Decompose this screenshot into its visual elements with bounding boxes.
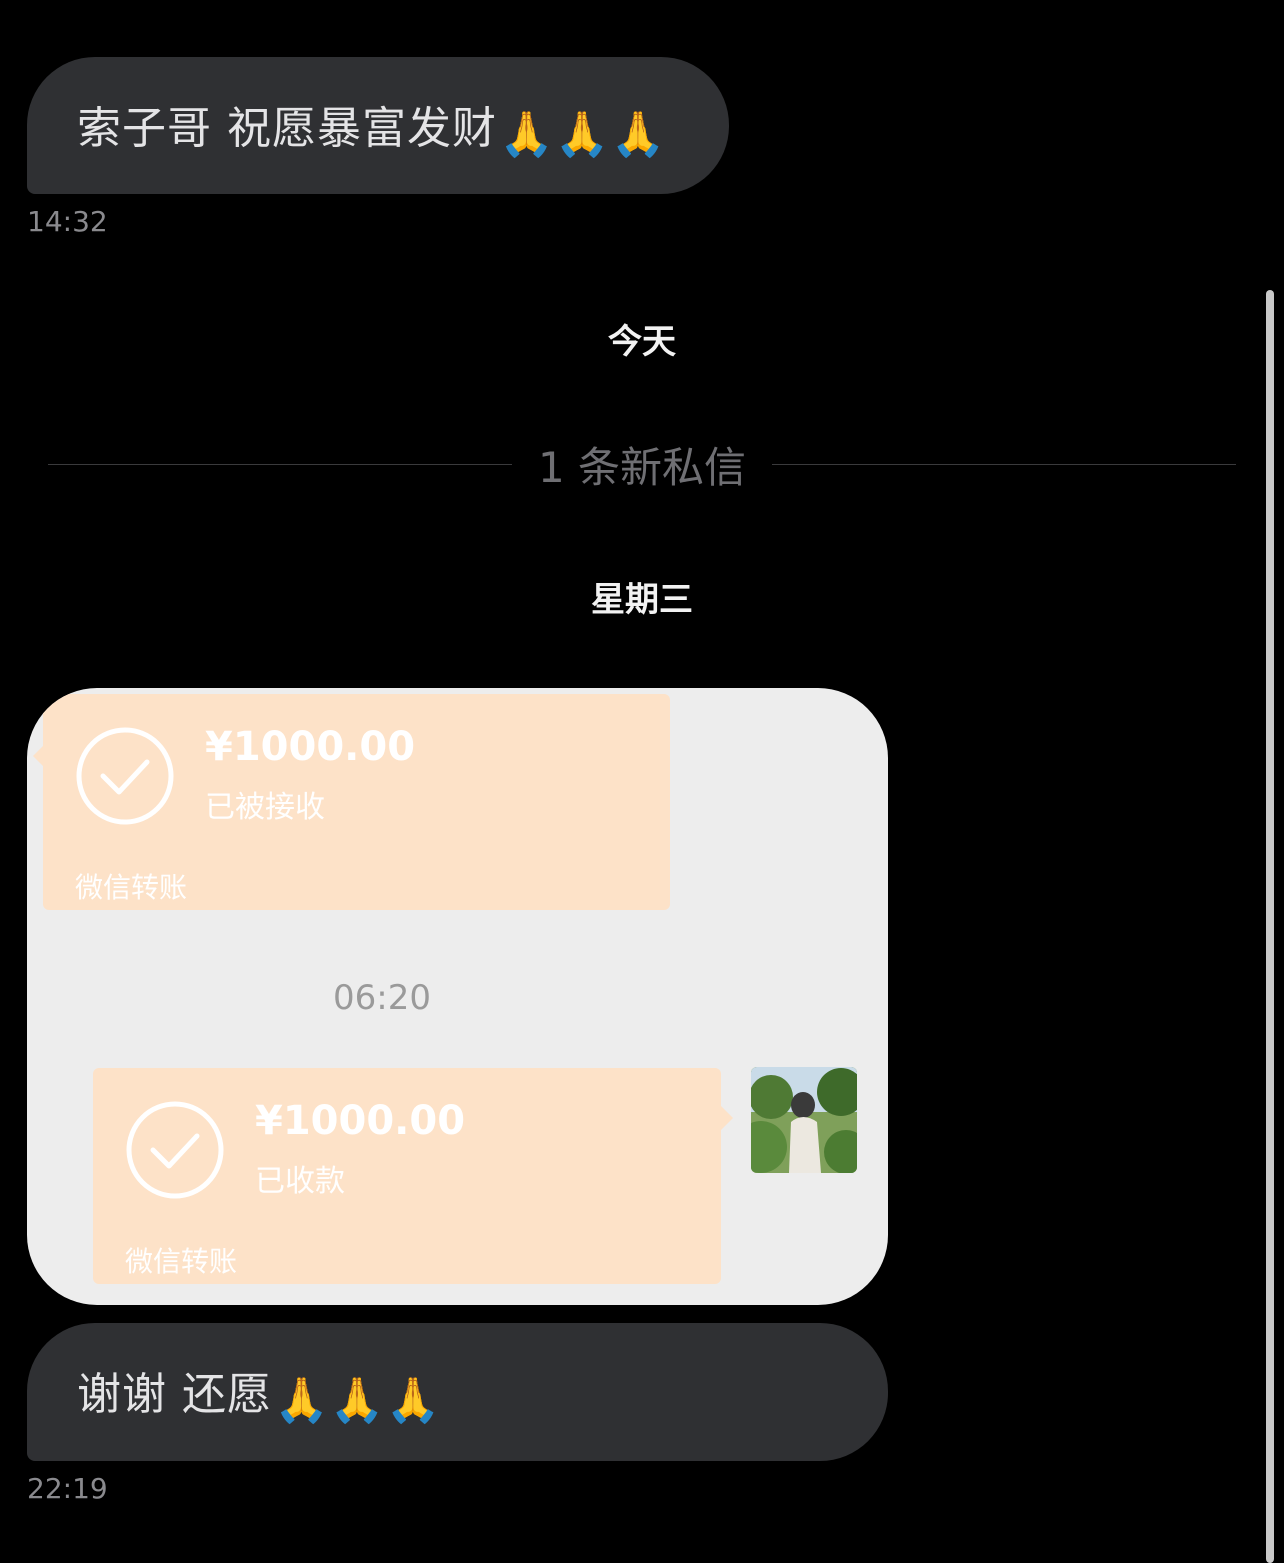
check-circle-icon: [76, 727, 174, 825]
new-messages-divider: 1 条新私信: [48, 436, 1237, 492]
praying-hands-icon: 🙏🙏🙏: [499, 108, 667, 160]
message-bubble[interactable]: 谢谢 还愿🙏🙏🙏: [27, 1323, 888, 1461]
transfer-label: 微信转账: [125, 1245, 238, 1278]
image-message[interactable]: ¥1000.00 已被接收 微信转账 06:20 ¥1000.00 已收款 微信…: [27, 688, 888, 1305]
user-avatar-photo-icon: [751, 1067, 857, 1173]
new-messages-label: 1 条新私信: [537, 442, 747, 492]
transfer-amount: ¥1000.00: [255, 1098, 466, 1144]
transfer-status: 已收款: [255, 1164, 345, 1199]
avatar: [751, 1067, 857, 1173]
transfer-status: 已被接收: [205, 790, 325, 825]
check-circle-icon: [126, 1101, 224, 1199]
divider-line-right: [772, 463, 1237, 465]
transfer-card: ¥1000.00 已被接收 微信转账: [33, 694, 670, 910]
date-separator-today: 今天: [608, 322, 676, 362]
message-timestamp: 14:32: [27, 205, 108, 238]
transfer-card: ¥1000.00 已收款 微信转账: [93, 1068, 733, 1284]
date-separator-wednesday: 星期三: [591, 580, 693, 620]
message-text: 谢谢 还愿🙏🙏🙏: [77, 1369, 442, 1426]
screenshot-timestamp: 06:20: [333, 978, 431, 1018]
transfer-amount: ¥1000.00: [205, 724, 416, 770]
transfer-label: 微信转账: [75, 871, 188, 904]
message-timestamp: 22:19: [27, 1472, 108, 1505]
scrollbar[interactable]: [1266, 290, 1274, 1563]
praying-hands-icon: 🙏🙏🙏: [274, 1375, 442, 1426]
message-text: 索子哥 祝愿暴富发财🙏🙏🙏: [77, 102, 667, 160]
divider-line-left: [48, 463, 512, 465]
message-bubble[interactable]: 索子哥 祝愿暴富发财🙏🙏🙏: [27, 57, 729, 194]
